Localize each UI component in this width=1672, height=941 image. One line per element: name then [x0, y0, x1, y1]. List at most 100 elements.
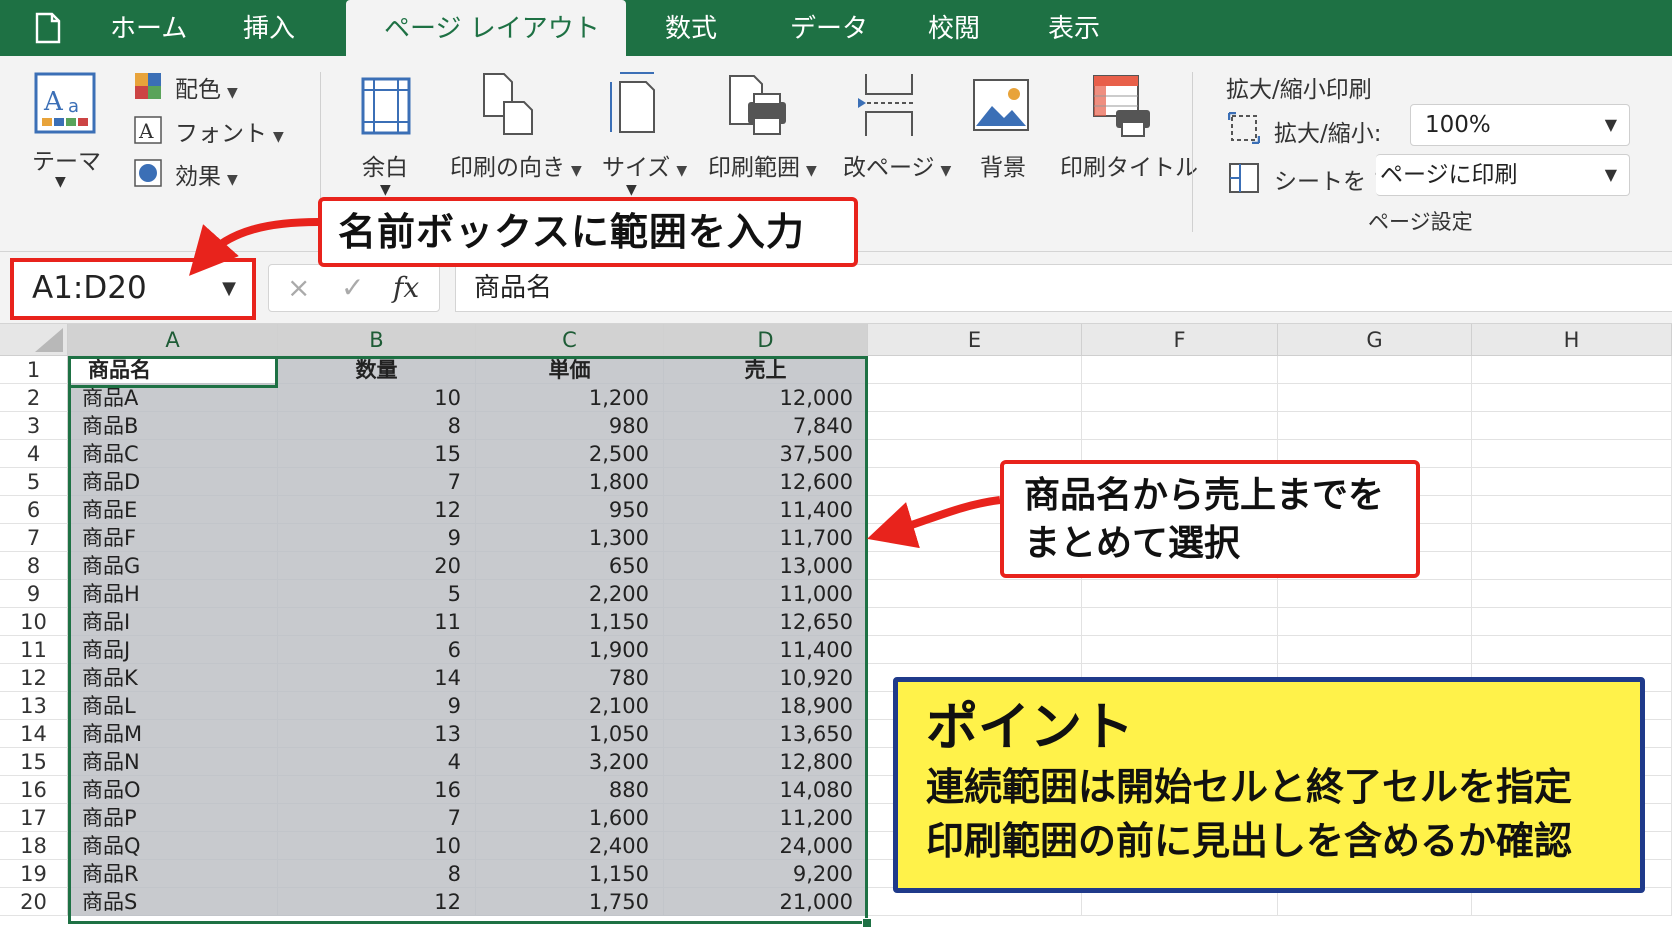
- row-header-18[interactable]: 18: [0, 832, 68, 860]
- empty-cell[interactable]: [1278, 384, 1472, 412]
- table-cell[interactable]: 3,200: [476, 748, 664, 776]
- table-cell[interactable]: 11,700: [664, 524, 868, 552]
- header-cell[interactable]: 商品名: [68, 356, 278, 384]
- table-cell[interactable]: 12,600: [664, 468, 868, 496]
- table-cell[interactable]: 950: [476, 496, 664, 524]
- empty-cell[interactable]: [1278, 356, 1472, 384]
- table-cell[interactable]: 11,400: [664, 496, 868, 524]
- empty-cell[interactable]: [1472, 412, 1672, 440]
- empty-cell[interactable]: [868, 412, 1082, 440]
- row-header-11[interactable]: 11: [0, 636, 68, 664]
- table-cell[interactable]: 14,080: [664, 776, 868, 804]
- table-cell[interactable]: 商品D: [68, 468, 278, 496]
- row-header-3[interactable]: 3: [0, 412, 68, 440]
- name-box[interactable]: A1:D20 ▼: [10, 258, 256, 320]
- table-cell[interactable]: 2,200: [476, 580, 664, 608]
- row-header-14[interactable]: 14: [0, 720, 68, 748]
- empty-cell[interactable]: [1472, 440, 1672, 468]
- select-all-corner[interactable]: [0, 324, 68, 356]
- row-header-13[interactable]: 13: [0, 692, 68, 720]
- fill-handle[interactable]: [862, 918, 872, 928]
- table-cell[interactable]: 10: [278, 832, 476, 860]
- row-header-19[interactable]: 19: [0, 860, 68, 888]
- column-header-d[interactable]: D: [664, 324, 868, 356]
- empty-cell[interactable]: [1082, 580, 1278, 608]
- table-cell[interactable]: 8: [278, 412, 476, 440]
- empty-cell[interactable]: [868, 636, 1082, 664]
- scale-dropdown[interactable]: 100% ▼: [1410, 104, 1630, 146]
- table-cell[interactable]: 15: [278, 440, 476, 468]
- column-header-h[interactable]: H: [1472, 324, 1672, 356]
- empty-cell[interactable]: [1472, 608, 1672, 636]
- empty-cell[interactable]: [1082, 384, 1278, 412]
- table-cell[interactable]: 商品E: [68, 496, 278, 524]
- table-cell[interactable]: 商品Q: [68, 832, 278, 860]
- empty-cell[interactable]: [1082, 608, 1278, 636]
- table-cell[interactable]: 商品B: [68, 412, 278, 440]
- table-cell[interactable]: 24,000: [664, 832, 868, 860]
- empty-cell[interactable]: [1278, 412, 1472, 440]
- empty-cell[interactable]: [1472, 356, 1672, 384]
- tab-insert[interactable]: 挿入: [243, 0, 295, 56]
- table-cell[interactable]: 商品J: [68, 636, 278, 664]
- table-cell[interactable]: 20: [278, 552, 476, 580]
- table-cell[interactable]: 商品A: [68, 384, 278, 412]
- column-header-f[interactable]: F: [1082, 324, 1278, 356]
- column-header-a[interactable]: A: [68, 324, 278, 356]
- table-cell[interactable]: 1,900: [476, 636, 664, 664]
- cancel-icon[interactable]: ×: [287, 271, 310, 304]
- table-cell[interactable]: 12: [278, 888, 476, 916]
- table-cell[interactable]: 980: [476, 412, 664, 440]
- table-cell[interactable]: 商品P: [68, 804, 278, 832]
- table-cell[interactable]: 商品M: [68, 720, 278, 748]
- table-cell[interactable]: 1,800: [476, 468, 664, 496]
- table-cell[interactable]: 12,650: [664, 608, 868, 636]
- table-cell[interactable]: 21,000: [664, 888, 868, 916]
- table-cell[interactable]: 2,100: [476, 692, 664, 720]
- table-cell[interactable]: 商品R: [68, 860, 278, 888]
- table-cell[interactable]: 1,750: [476, 888, 664, 916]
- table-cell[interactable]: 11,000: [664, 580, 868, 608]
- table-cell[interactable]: 9: [278, 524, 476, 552]
- row-header-5[interactable]: 5: [0, 468, 68, 496]
- tab-review[interactable]: 校閲: [928, 0, 980, 56]
- table-cell[interactable]: 880: [476, 776, 664, 804]
- table-cell[interactable]: 商品S: [68, 888, 278, 916]
- fit-dropdown[interactable]: ページに印刷 ▼: [1376, 154, 1630, 196]
- table-cell[interactable]: 商品F: [68, 524, 278, 552]
- row-header-17[interactable]: 17: [0, 804, 68, 832]
- table-cell[interactable]: 7,840: [664, 412, 868, 440]
- table-cell[interactable]: 4: [278, 748, 476, 776]
- row-header-7[interactable]: 7: [0, 524, 68, 552]
- tab-data[interactable]: データ: [790, 0, 868, 56]
- table-cell[interactable]: 9: [278, 692, 476, 720]
- empty-cell[interactable]: [1082, 356, 1278, 384]
- table-cell[interactable]: 10,920: [664, 664, 868, 692]
- table-cell[interactable]: 2,400: [476, 832, 664, 860]
- header-cell[interactable]: 数量: [278, 356, 476, 384]
- table-cell[interactable]: 12,000: [664, 384, 868, 412]
- table-cell[interactable]: 商品K: [68, 664, 278, 692]
- table-cell[interactable]: 13: [278, 720, 476, 748]
- table-cell[interactable]: 13,650: [664, 720, 868, 748]
- row-header-8[interactable]: 8: [0, 552, 68, 580]
- table-cell[interactable]: 7: [278, 468, 476, 496]
- table-cell[interactable]: 9,200: [664, 860, 868, 888]
- tab-formulas[interactable]: 数式: [665, 0, 717, 56]
- table-cell[interactable]: 6: [278, 636, 476, 664]
- header-cell[interactable]: 単価: [476, 356, 664, 384]
- table-cell[interactable]: 12: [278, 496, 476, 524]
- row-header-12[interactable]: 12: [0, 664, 68, 692]
- insert-function-icon[interactable]: fx: [393, 271, 419, 304]
- empty-cell[interactable]: [1472, 384, 1672, 412]
- table-cell[interactable]: 5: [278, 580, 476, 608]
- table-cell[interactable]: 16: [278, 776, 476, 804]
- enter-icon[interactable]: ✓: [341, 271, 364, 304]
- table-cell[interactable]: 1,200: [476, 384, 664, 412]
- row-header-10[interactable]: 10: [0, 608, 68, 636]
- row-header-15[interactable]: 15: [0, 748, 68, 776]
- row-header-16[interactable]: 16: [0, 776, 68, 804]
- column-header-c[interactable]: C: [476, 324, 664, 356]
- table-cell[interactable]: 18,900: [664, 692, 868, 720]
- chevron-down-icon[interactable]: ▼: [222, 278, 236, 299]
